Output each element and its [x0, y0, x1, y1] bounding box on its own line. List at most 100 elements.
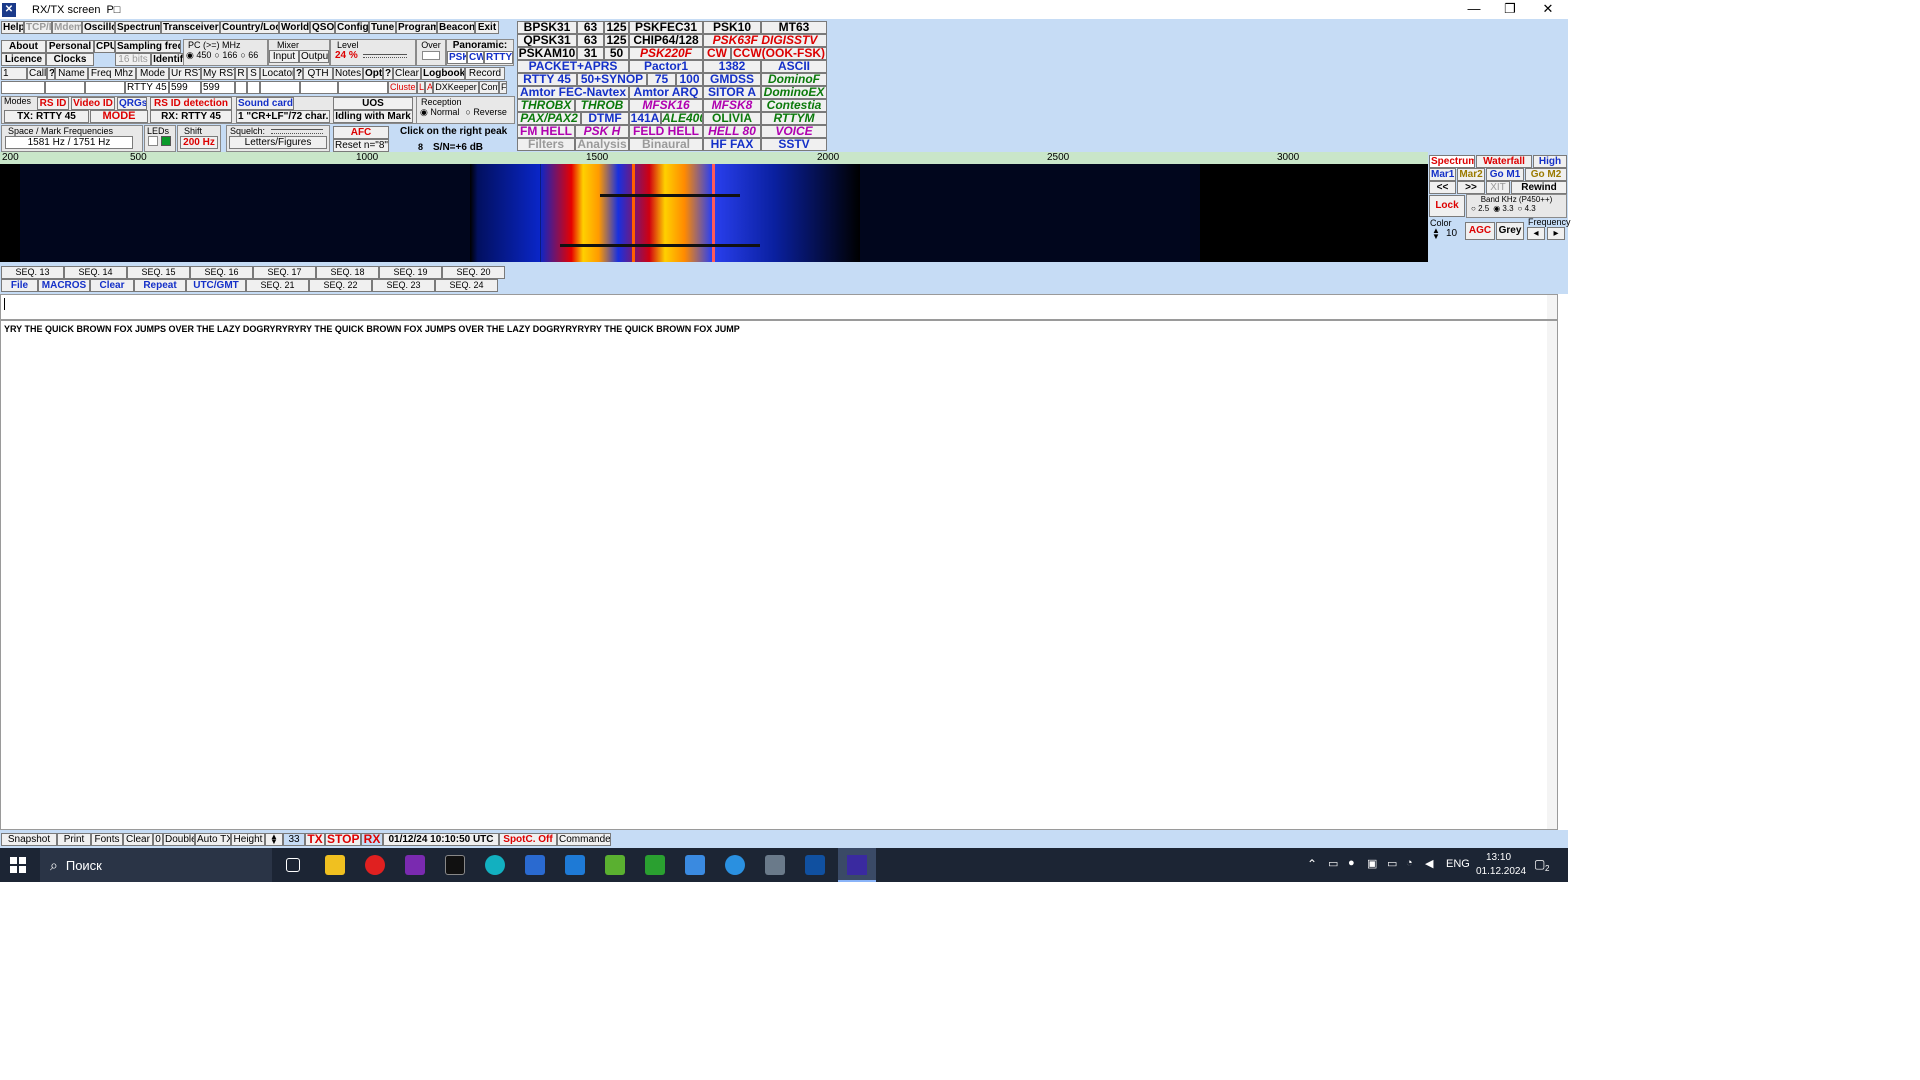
crlf-button[interactable]: 1 "CR+LF"/72 char. — [236, 110, 330, 123]
log-locator-input[interactable] — [260, 81, 300, 94]
wifi-icon[interactable]: ◔ — [1406, 857, 1413, 869]
seq-button[interactable]: SEQ. 19 — [379, 266, 442, 279]
log-s-input[interactable] — [247, 81, 260, 94]
app-q-icon[interactable] — [485, 855, 505, 875]
seq-button[interactable]: SEQ. 14 — [64, 266, 127, 279]
sampling-freq-button[interactable]: Sampling freq. — [115, 40, 181, 53]
seq-button[interactable]: SEQ. 16 — [190, 266, 253, 279]
log-notes-input[interactable] — [338, 81, 388, 94]
waterfall-button[interactable]: Waterfall — [1476, 155, 1532, 168]
volume-icon[interactable]: ◀ — [1425, 857, 1433, 870]
menu-tcpip[interactable]: TCP/IP — [24, 21, 52, 34]
mode-button-pax-pax2[interactable]: PAX/PAX2 — [517, 112, 581, 125]
menu-program[interactable]: Program — [396, 21, 437, 34]
mode-button-gmdss[interactable]: GMDSS — [703, 73, 761, 86]
menu-help[interactable]: Help — [1, 21, 24, 34]
mode-button-mfsk8[interactable]: MFSK8 — [703, 99, 761, 112]
mode-button[interactable]: MODE — [90, 110, 148, 123]
notifications-icon[interactable]: ▢ — [1534, 857, 1545, 871]
minimize-button[interactable]: — — [1456, 0, 1492, 19]
macro-file-button[interactable]: File — [1, 279, 38, 292]
seq-button[interactable]: SEQ. 17 — [253, 266, 316, 279]
snapshot-button[interactable]: Snapshot — [1, 833, 57, 846]
mode-button-bpsk31[interactable]: BPSK31 — [517, 21, 577, 34]
log-name-input[interactable] — [45, 81, 85, 94]
print-button[interactable]: Print — [57, 833, 91, 846]
afc-button[interactable]: AFC — [333, 126, 389, 139]
mode-button-filters[interactable]: Filters — [517, 138, 575, 151]
menu-qso[interactable]: QSO — [310, 21, 335, 34]
log-call-input[interactable] — [1, 81, 45, 94]
mode-button-rttym[interactable]: RTTYM — [761, 112, 827, 125]
log-r-input[interactable] — [235, 81, 247, 94]
mode-button-75[interactable]: 75 — [647, 73, 676, 86]
mode-button-125[interactable]: 125 — [604, 34, 629, 47]
mixer-input-button[interactable]: Input — [269, 50, 299, 63]
log-qth-input[interactable] — [300, 81, 338, 94]
seq-button[interactable]: SEQ. 24 — [435, 279, 498, 292]
mode-button-amtor-fec-navtex[interactable]: Amtor FEC-Navtex — [517, 86, 629, 99]
mode-button-31[interactable]: 31 — [577, 47, 604, 60]
lock-button[interactable]: Lock — [1429, 195, 1465, 217]
mode-button-ale400[interactable]: ALE400 — [661, 112, 703, 125]
mode-button-sstv[interactable]: SSTV — [761, 138, 827, 151]
menu-tune[interactable]: Tune — [369, 21, 396, 34]
mode-button-ascii[interactable]: ASCII — [761, 60, 827, 73]
licence-button[interactable]: Licence — [1, 53, 46, 66]
log-locator-help[interactable]: ? — [294, 67, 303, 80]
panoramic-psk[interactable]: PSK — [447, 51, 467, 64]
logbook-button[interactable]: Logbook — [421, 67, 465, 80]
height-spinner[interactable]: ▲ ▼ — [265, 833, 283, 846]
tray-network-icon[interactable]: ▣ — [1367, 857, 1377, 870]
windows-start-icon[interactable] — [10, 857, 26, 873]
seq-button[interactable]: SEQ. 15 — [127, 266, 190, 279]
reception-reverse[interactable]: ○ Reverse — [465, 107, 506, 118]
agc-button[interactable]: AGC — [1465, 222, 1495, 240]
mode-button-contestia[interactable]: Contestia — [761, 99, 827, 112]
mode-button-1382[interactable]: 1382 — [703, 60, 761, 73]
double-button[interactable]: Double — [163, 833, 195, 846]
mode-button-binaural[interactable]: Binaural — [629, 138, 703, 151]
high-button[interactable]: High — [1533, 155, 1567, 168]
mode-button-63[interactable]: 63 — [577, 21, 604, 34]
menu-exit[interactable]: Exit — [475, 21, 499, 34]
menu-beacon[interactable]: Beacon — [437, 21, 475, 34]
close-button[interactable]: ✕ — [1530, 0, 1566, 19]
level-slider[interactable] — [363, 53, 407, 58]
macro-utcgmt-button[interactable]: UTC/GMT — [186, 279, 246, 292]
conf-f-button[interactable]: F — [499, 81, 507, 94]
menu-world[interactable]: World — [279, 21, 310, 34]
mode-button-voice[interactable]: VOICE — [761, 125, 827, 138]
menu-spectrum[interactable]: Spectrum — [115, 21, 161, 34]
mode-button-mt63[interactable]: MT63 — [761, 21, 827, 34]
clear-button[interactable]: Clear — [123, 833, 153, 846]
mode-button-pskam10[interactable]: PSKAM10 — [517, 47, 577, 60]
macro-macros-button[interactable]: MACROS — [38, 279, 90, 292]
battery-icon[interactable]: ▭ — [1387, 857, 1397, 870]
tx-scrollbar[interactable] — [1547, 295, 1557, 319]
mode-button-50-synop[interactable]: 50+SYNOP — [577, 73, 647, 86]
cpu-button[interactable]: CPU — [94, 40, 115, 53]
spectrum-button[interactable]: Spectrum — [1429, 155, 1475, 168]
yandex-browser-icon[interactable] — [365, 855, 385, 875]
mode-button-qpsk31[interactable]: QPSK31 — [517, 34, 577, 47]
cluster-a-button[interactable]: A — [425, 81, 433, 94]
mode-button-psk-h[interactable]: PSK H — [575, 125, 629, 138]
log-opt-help[interactable]: ? — [383, 67, 393, 80]
commander-button[interactable]: Commander — [557, 833, 611, 846]
prev-button[interactable]: << — [1429, 181, 1456, 194]
language-indicator[interactable]: ENG — [1446, 858, 1470, 870]
next-button[interactable]: >> — [1457, 181, 1485, 194]
calculator-icon[interactable] — [765, 855, 785, 875]
seq-button[interactable]: SEQ. 20 — [442, 266, 505, 279]
rx-scrollbar[interactable] — [1547, 321, 1557, 829]
mode-button-sitor-a[interactable]: SITOR A — [703, 86, 761, 99]
log-opt-button[interactable]: Opt. — [363, 67, 383, 80]
mode-button-dominoex[interactable]: DominoEX — [761, 86, 827, 99]
log-mode-input[interactable]: RTTY 45 — [125, 81, 169, 94]
mode-button-chip64-128[interactable]: CHIP64/128 — [629, 34, 703, 47]
clock-time[interactable]: 13:10 — [1486, 852, 1511, 863]
go-m2-button[interactable]: Go M2 — [1525, 168, 1567, 181]
mode-button-dominof[interactable]: DominoF — [761, 73, 827, 86]
mode-button-psk10[interactable]: PSK10 — [703, 21, 761, 34]
